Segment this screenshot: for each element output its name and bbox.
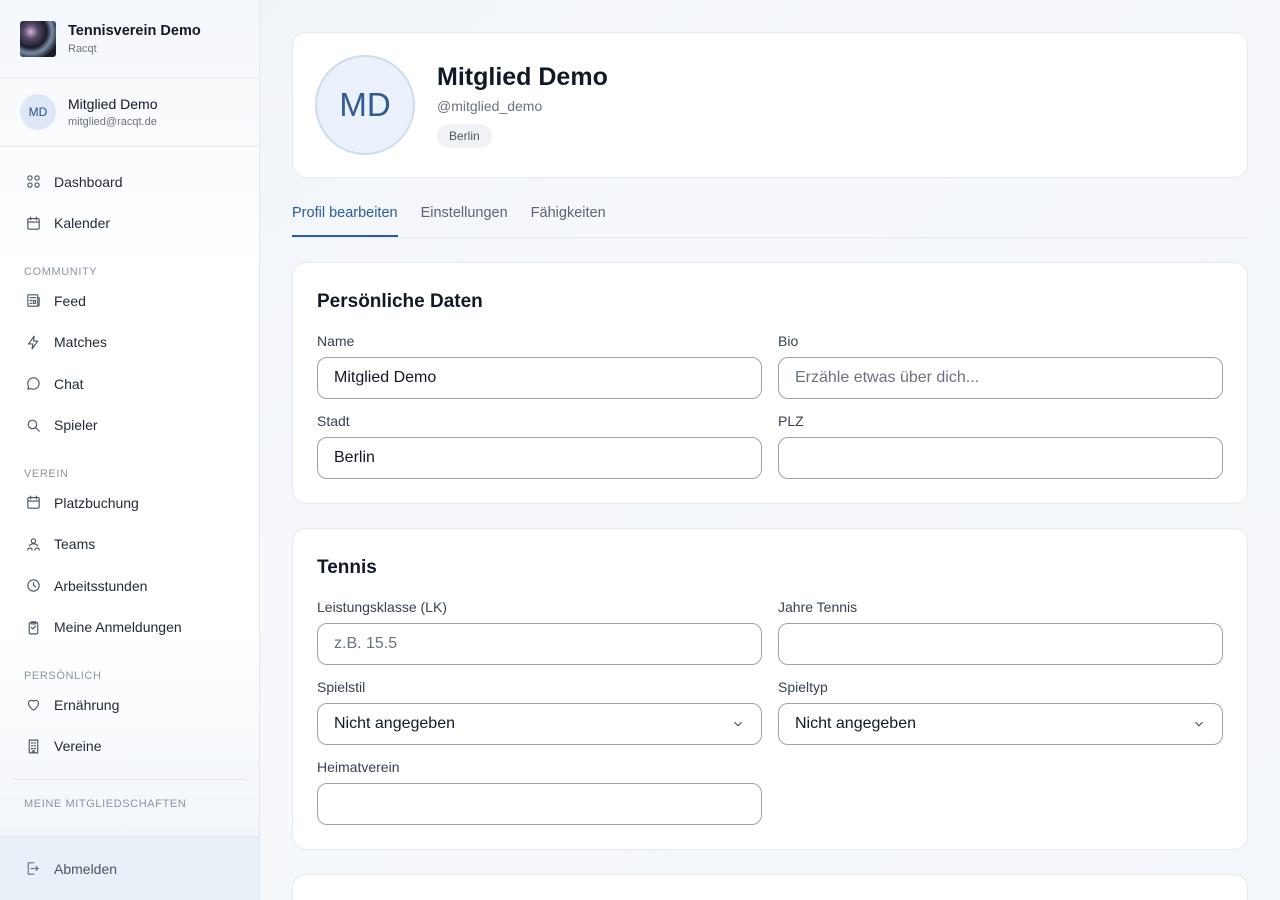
zip-label: PLZ <box>778 413 804 429</box>
home-club-field[interactable] <box>317 783 762 825</box>
play-style-value: Nicht angegeben <box>334 715 455 732</box>
sidebar-item-ernaehrung[interactable]: Ernährung <box>0 684 259 726</box>
city-label: Stadt <box>317 413 350 429</box>
section-title: Persönliche Daten <box>317 291 483 312</box>
brand-title: Tennisverein Demo <box>68 22 201 39</box>
profile-header-card: MD Mitglied Demo @mitglied_demo Berlin <box>292 32 1248 178</box>
chevron-down-icon <box>1195 721 1203 727</box>
sidebar: Tennisverein Demo Racqt MD Mitglied Demo… <box>0 0 260 900</box>
sidebar-item-teams[interactable]: Teams <box>0 524 259 566</box>
sidebar-item-label: Feed <box>54 292 86 309</box>
profile-avatar[interactable]: MD <box>315 55 415 155</box>
play-style-label: Spielstil <box>317 679 366 695</box>
sidebar-item-label: Spieler <box>54 417 98 434</box>
play-type-label: Spieltyp <box>778 679 828 695</box>
brand-header[interactable]: Tennisverein Demo Racqt <box>0 0 259 78</box>
sidebar-item-arbeitsstunden[interactable]: Arbeitsstunden <box>0 565 259 607</box>
sidebar-item-spieler[interactable]: Spieler <box>0 405 259 447</box>
nav-section-verein: VEREIN <box>24 468 69 480</box>
name-label: Name <box>317 333 355 349</box>
heart-icon <box>24 696 42 714</box>
sidebar-item-platzbuchung[interactable]: Platzbuchung <box>0 482 259 524</box>
nav-section-community: COMMUNITY <box>24 266 98 278</box>
sidebar-item-label: Ernährung <box>54 696 120 713</box>
grid-icon <box>24 173 42 191</box>
bio-label: Bio <box>778 333 799 349</box>
sidebar-item-kalender[interactable]: Kalender <box>0 203 259 245</box>
bio-field[interactable] <box>778 357 1223 399</box>
sidebar-item-label: Dashboard <box>54 173 123 190</box>
main-nav: Dashboard Kalender COMMUNITY Feed Matche… <box>0 147 259 767</box>
play-type-value: Nicht angegeben <box>795 715 916 732</box>
clipboard-icon <box>24 618 42 636</box>
zip-field[interactable] <box>778 437 1223 479</box>
sidebar-divider <box>13 779 246 780</box>
name-field[interactable] <box>317 357 762 399</box>
search-icon <box>24 416 42 434</box>
lk-label: Leistungsklasse (LK) <box>317 599 447 615</box>
home-club-label: Heimatverein <box>317 759 400 775</box>
team-icon <box>24 535 42 553</box>
user-email: mitglied@racqt.de <box>68 116 157 128</box>
sidebar-item-label: Meine Anmeldungen <box>54 619 182 636</box>
play-style-select[interactable]: Nicht angegeben <box>317 703 762 745</box>
tennis-card: Tennis Leistungsklasse (LK) Jahre Tennis… <box>292 528 1248 850</box>
sidebar-item-chat[interactable]: Chat <box>0 363 259 405</box>
city-field[interactable] <box>317 437 762 479</box>
tab-einstellungen[interactable]: Einstellungen <box>421 202 508 237</box>
personal-data-card: Persönliche Daten Name Bio Stadt PLZ <box>292 262 1248 504</box>
avatar: MD <box>20 94 56 130</box>
sidebar-item-matches[interactable]: Matches <box>0 322 259 364</box>
logout-icon <box>27 862 39 875</box>
profile-name: Mitglied Demo <box>437 62 608 91</box>
sidebar-item-label: Vereine <box>54 738 102 755</box>
brand-subtitle: Racqt <box>68 42 97 55</box>
next-card <box>292 874 1248 900</box>
location-badge: Berlin <box>437 123 492 148</box>
sidebar-item-label: Arbeitsstunden <box>54 577 148 594</box>
lk-field[interactable] <box>317 623 762 665</box>
logout-label: Abmelden <box>54 860 118 877</box>
logout-button[interactable]: Abmelden <box>0 836 259 900</box>
tab-faehigkeiten[interactable]: Fähigkeiten <box>531 202 606 237</box>
chat-icon <box>24 375 42 393</box>
years-label: Jahre Tennis <box>778 599 858 615</box>
sidebar-item-label: Chat <box>54 375 84 392</box>
main-content: MD Mitglied Demo @mitglied_demo Berlin P… <box>292 32 1248 900</box>
calendar-icon <box>24 214 42 232</box>
user-name: Mitglied Demo <box>68 96 158 112</box>
sidebar-item-label: Kalender <box>54 215 111 232</box>
nav-section-persoenlich: PERSÖNLICH <box>24 670 102 682</box>
sidebar-item-dashboard[interactable]: Dashboard <box>0 161 259 203</box>
sidebar-item-vereine[interactable]: Vereine <box>0 726 259 768</box>
section-title: Tennis <box>317 557 377 578</box>
sidebar-item-label: Platzbuchung <box>54 494 139 511</box>
profile-tabs: Profil bearbeiten Einstellungen Fähigkei… <box>292 202 1248 238</box>
clock-icon <box>24 577 42 595</box>
profile-handle: @mitglied_demo <box>437 97 543 114</box>
sidebar-item-label: Matches <box>54 334 107 351</box>
nav-section-memberships: MEINE MITGLIEDSCHAFTEN <box>24 798 187 810</box>
newspaper-icon <box>24 292 42 310</box>
club-logo <box>20 20 56 57</box>
sidebar-item-meine-anmeldungen[interactable]: Meine Anmeldungen <box>0 607 259 649</box>
building-icon <box>24 737 42 755</box>
chevron-down-icon <box>734 721 742 727</box>
calendar-icon <box>24 494 42 512</box>
years-field[interactable] <box>778 623 1223 665</box>
sidebar-item-label: Teams <box>54 536 96 553</box>
lightning-icon <box>24 333 42 351</box>
sidebar-item-feed[interactable]: Feed <box>0 280 259 322</box>
play-type-select[interactable]: Nicht angegeben <box>778 703 1223 745</box>
current-user[interactable]: MD Mitglied Demo mitglied@racqt.de <box>0 78 259 147</box>
tab-profil-bearbeiten[interactable]: Profil bearbeiten <box>292 202 398 237</box>
